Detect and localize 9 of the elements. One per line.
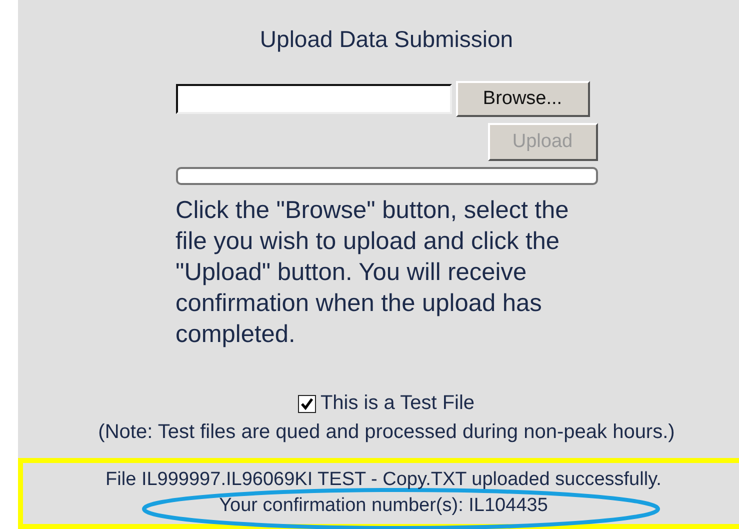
test-file-checkbox[interactable] <box>298 394 316 412</box>
upload-success-message: File IL999997.IL96069KI TEST - Copy.TXT uploaded successfully. <box>106 468 662 492</box>
confirmation-number-text: Your confirmation number(s): IL104435 <box>219 494 548 518</box>
browse-button[interactable]: Browse... <box>456 81 590 117</box>
file-path-field[interactable] <box>176 84 452 114</box>
page-title: Upload Data Submission <box>258 26 514 53</box>
instructions-text: Click the "Browse" button, select the file you wish to upload and click the "Upload" button. You will receive confirmation when the upload has completed. <box>176 196 570 350</box>
note-text: (Note: Test files are qued and processed during non-peak hours.) <box>97 421 675 444</box>
test-file-label: This is a Test File <box>320 392 475 415</box>
